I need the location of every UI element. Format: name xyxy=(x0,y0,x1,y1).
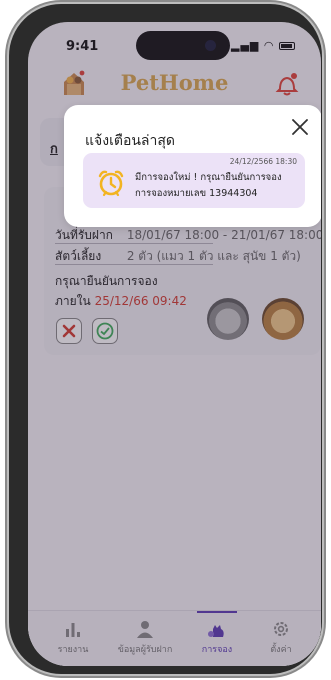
notification-timestamp: 24/12/2566 18:30 xyxy=(229,157,297,166)
close-icon[interactable] xyxy=(290,117,310,137)
phone-frame: 9:41 ▂▄▆ ◠ PetHome ก ป xyxy=(9,4,322,674)
notification-modal: แจ้งเตือนล่าสุด 24/12/2566 18:30 มีการจอ… xyxy=(64,105,321,227)
notification-booking-number: การจองหมายเลข 13944304 xyxy=(135,188,258,199)
notification-item[interactable]: 24/12/2566 18:30 มีการจองใหม่ ! กรุณายืน… xyxy=(83,153,305,208)
modal-title: แจ้งเตือนล่าสุด xyxy=(85,133,175,149)
app-screen: 9:41 ▂▄▆ ◠ PetHome ก ป xyxy=(28,22,321,666)
alarm-clock-icon xyxy=(98,170,124,197)
notification-message: มีการจองใหม่ ! กรุณายืนยันการจอง xyxy=(135,172,282,183)
